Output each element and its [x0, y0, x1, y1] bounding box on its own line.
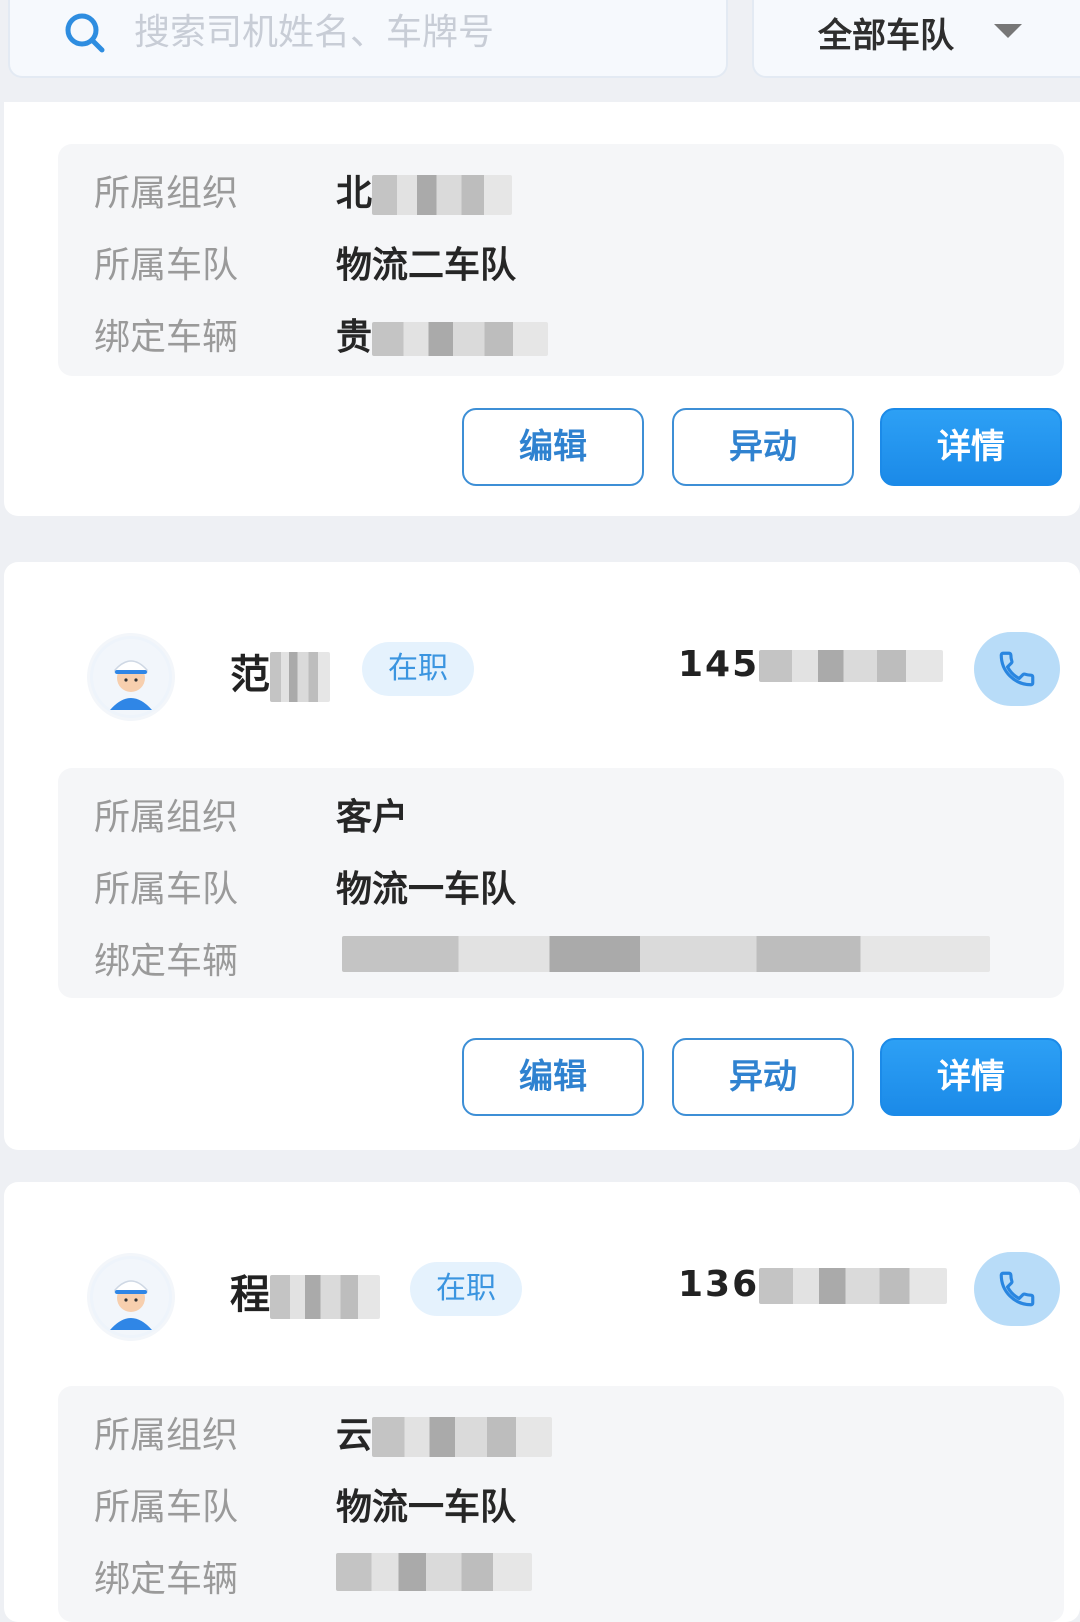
details-button[interactable]: 详情: [880, 408, 1062, 486]
caret-down-icon: [994, 24, 1022, 38]
redacted-text: [336, 1553, 532, 1591]
redacted-text: [759, 650, 944, 682]
search-input[interactable]: [132, 6, 696, 58]
fleet-row: 所属车队 物流一车队: [94, 1478, 1034, 1534]
fleet-filter-dropdown[interactable]: 全部车队: [752, 0, 1080, 78]
call-button[interactable]: [974, 632, 1060, 706]
status-badge: 在职: [362, 642, 474, 696]
vehicle-value: 贵: [336, 308, 549, 360]
org-value: 北: [336, 164, 513, 216]
fleet-row: 所属车队 物流二车队: [94, 236, 1034, 292]
org-value: 客户: [336, 797, 409, 838]
org-row: 所属组织 云: [94, 1406, 1034, 1462]
fleet-row: 所属车队 物流一车队: [94, 860, 1034, 916]
redacted-text: [270, 652, 330, 702]
driver-name: 范: [230, 642, 330, 702]
vehicle-label: 绑定车辆: [94, 1559, 239, 1600]
driver-card: 范 在职 145 所属组织 客户 所属车队 物流一车队 绑定车辆 编辑 异动 详…: [4, 562, 1080, 1150]
driver-card: 所属组织 北 所属车队 物流二车队 绑定车辆 贵 编辑 异动 详情: [4, 102, 1080, 516]
redacted-text: [372, 175, 513, 215]
vehicle-row: 绑定车辆: [94, 932, 1034, 988]
redacted-text: [372, 322, 549, 356]
driver-phone: 145: [678, 644, 944, 685]
driver-phone: 136: [678, 1264, 948, 1305]
fleet-label: 所属车队: [94, 1487, 239, 1528]
vehicle-row: 绑定车辆 贵: [94, 308, 1034, 364]
vehicle-value: [336, 932, 990, 973]
edit-button[interactable]: 编辑: [462, 1038, 644, 1116]
redacted-text: [342, 936, 990, 972]
fleet-label: 所属车队: [94, 245, 239, 286]
avatar: [90, 636, 172, 718]
status-badge: 在职: [410, 1262, 522, 1316]
driver-info-panel: 所属组织 云 所属车队 物流一车队 绑定车辆: [58, 1386, 1064, 1622]
edit-button[interactable]: 编辑: [462, 408, 644, 486]
vehicle-label: 绑定车辆: [94, 317, 239, 358]
fleet-value: 物流一车队: [336, 869, 517, 910]
search-bar[interactable]: [8, 0, 728, 78]
org-label: 所属组织: [94, 797, 239, 838]
fleet-filter-value: 全部车队: [818, 16, 954, 56]
org-value: 云: [336, 1406, 553, 1458]
top-bar: 全部车队: [0, 0, 1080, 102]
driver-avatar-icon: [93, 639, 169, 715]
redacted-text: [270, 1275, 380, 1319]
details-button[interactable]: 详情: [880, 1038, 1062, 1116]
driver-name: 程: [230, 1262, 380, 1320]
vehicle-row: 绑定车辆: [94, 1550, 1034, 1606]
phone-icon: [999, 651, 1035, 687]
fleet-label: 所属车队: [94, 869, 239, 910]
search-icon: [65, 13, 105, 53]
org-label: 所属组织: [94, 173, 239, 214]
driver-info-panel: 所属组织 北 所属车队 物流二车队 绑定车辆 贵: [58, 144, 1064, 376]
driver-card: 程 在职 136 所属组织 云 所属车队 物流一车队 绑定车辆: [4, 1182, 1080, 1622]
driver-avatar-icon: [93, 1259, 169, 1335]
org-row: 所属组织 客户: [94, 788, 1034, 844]
transfer-button[interactable]: 异动: [672, 408, 854, 486]
transfer-button[interactable]: 异动: [672, 1038, 854, 1116]
redacted-text: [372, 1417, 553, 1457]
fleet-value: 物流二车队: [336, 245, 517, 286]
org-row: 所属组织 北: [94, 164, 1034, 220]
avatar: [90, 1256, 172, 1338]
vehicle-label: 绑定车辆: [94, 941, 239, 982]
driver-info-panel: 所属组织 客户 所属车队 物流一车队 绑定车辆: [58, 768, 1064, 998]
phone-icon: [999, 1271, 1035, 1307]
org-label: 所属组织: [94, 1415, 239, 1456]
fleet-value: 物流一车队: [336, 1487, 517, 1528]
redacted-text: [759, 1268, 948, 1304]
call-button[interactable]: [974, 1252, 1060, 1326]
vehicle-value: [336, 1550, 532, 1591]
